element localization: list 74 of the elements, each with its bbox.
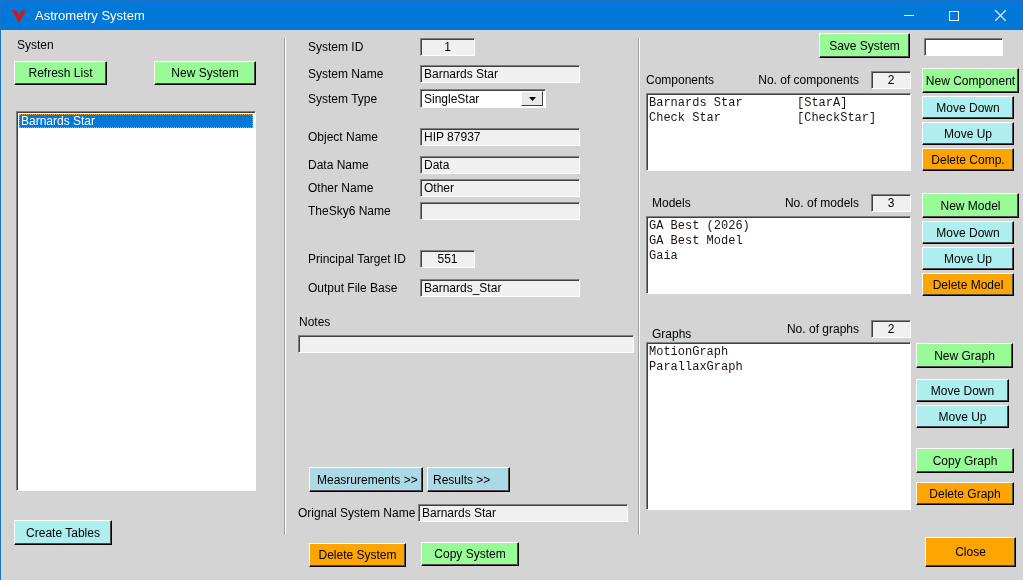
list-item-name: Check Star <box>649 111 722 126</box>
new-system-button[interactable]: New System <box>154 61 256 85</box>
text-field[interactable]: Barnards Star <box>418 504 628 522</box>
new-button[interactable]: New Model <box>922 193 1019 218</box>
count-field: 3 <box>871 194 911 212</box>
window-title: Astrometry System <box>35 8 145 23</box>
text-field[interactable] <box>420 202 580 220</box>
delete-button[interactable]: Delete Model <box>922 273 1014 296</box>
minimize-icon[interactable] <box>904 14 914 17</box>
save-button[interactable]: Save System <box>819 33 910 58</box>
list-item-tag: [StarA] <box>797 96 908 111</box>
text-field[interactable]: Barnards_Star <box>420 279 580 297</box>
results-button[interactable]: Results >> <box>427 467 510 492</box>
dropdown-arrow-icon <box>528 96 536 101</box>
copy-button[interactable]: Copy Graph <box>916 448 1014 473</box>
text-field[interactable]: 1 <box>420 38 475 56</box>
list-item-name: GA Best Model <box>649 234 744 249</box>
measurements-button[interactable]: Measrurements >> <box>309 467 423 492</box>
field-label: System ID <box>308 40 365 54</box>
move-down-button[interactable]: Move Down <box>922 221 1014 244</box>
move-up-button[interactable]: Move Up <box>916 405 1009 428</box>
text-field[interactable]: 551 <box>420 250 475 268</box>
text-field[interactable]: Barnards Star <box>420 65 580 83</box>
new-button[interactable]: New Component <box>922 68 1019 93</box>
section-label: Models <box>652 196 691 210</box>
maximize-icon[interactable] <box>949 10 959 21</box>
item-list[interactable]: GA Best (2026) GA Best Model Gaia <box>646 216 911 294</box>
move-down-button[interactable]: Move Down <box>922 96 1014 119</box>
section-label: Graphs <box>652 327 692 341</box>
count-field: 2 <box>871 71 911 89</box>
move-down-button[interactable]: Move Down <box>916 379 1009 402</box>
section-label: Systen <box>17 38 55 52</box>
delete-button[interactable]: Delete Graph <box>916 482 1014 505</box>
app-logo-icon <box>11 7 27 24</box>
close-icon[interactable] <box>995 10 1006 21</box>
field-label: Other Name <box>308 181 375 195</box>
list-item-name: Gaia <box>649 249 679 264</box>
delete-button[interactable]: Delete Comp. <box>922 148 1014 171</box>
close-button[interactable]: Close <box>925 537 1016 567</box>
copy-button[interactable]: Copy System <box>421 542 519 566</box>
notes-label: Notes <box>299 315 332 329</box>
field-label: System Type <box>308 91 379 106</box>
refresh-button[interactable]: Refresh List <box>14 61 107 85</box>
move-up-button[interactable]: Move Up <box>922 247 1014 270</box>
list-item[interactable]: Barnards Star <box>19 114 253 128</box>
text-field[interactable]: Data <box>420 156 580 174</box>
field-label: System Name <box>308 67 385 81</box>
text-field[interactable]: HIP 87937 <box>420 128 580 146</box>
count-label: No. of models <box>784 196 859 210</box>
text-field[interactable]: Other <box>420 179 580 197</box>
new-button[interactable]: New Graph <box>916 343 1013 368</box>
list-item-name: Barnards Star <box>649 96 744 111</box>
field-label: Orignal System Name <box>298 506 417 520</box>
dropdown[interactable]: SingleStar <box>420 89 546 108</box>
list-item-tag: [CheckStar] <box>797 111 908 126</box>
count-field: 2 <box>871 320 911 338</box>
move-up-button[interactable]: Move Up <box>922 122 1014 145</box>
create-tables-button[interactable]: Create Tables <box>14 520 112 545</box>
item-list[interactable]: Barnards Star [StarA] Check Star [CheckStar] <box>646 93 911 171</box>
text-field[interactable] <box>924 38 1003 56</box>
count-label: No. of components <box>758 73 859 87</box>
field-label: Object Name <box>308 130 380 144</box>
field-label: Principal Target ID <box>308 252 407 266</box>
notes-field[interactable] <box>298 335 634 353</box>
list-item-name: MotionGraph <box>649 345 730 360</box>
field-label: Data Name <box>308 158 370 172</box>
list-item-name: GA Best (2026) <box>649 219 751 234</box>
field-label: Output File Base <box>308 281 399 295</box>
section-label: Components <box>646 73 715 87</box>
item-list[interactable]: MotionGraph ParallaxGraph <box>646 342 911 510</box>
field-label: TheSky6 Name <box>308 204 392 218</box>
count-label: No. of graphs <box>786 322 859 336</box>
list-item-name: ParallaxGraph <box>649 360 744 375</box>
delete-button[interactable]: Delete System <box>309 543 406 567</box>
